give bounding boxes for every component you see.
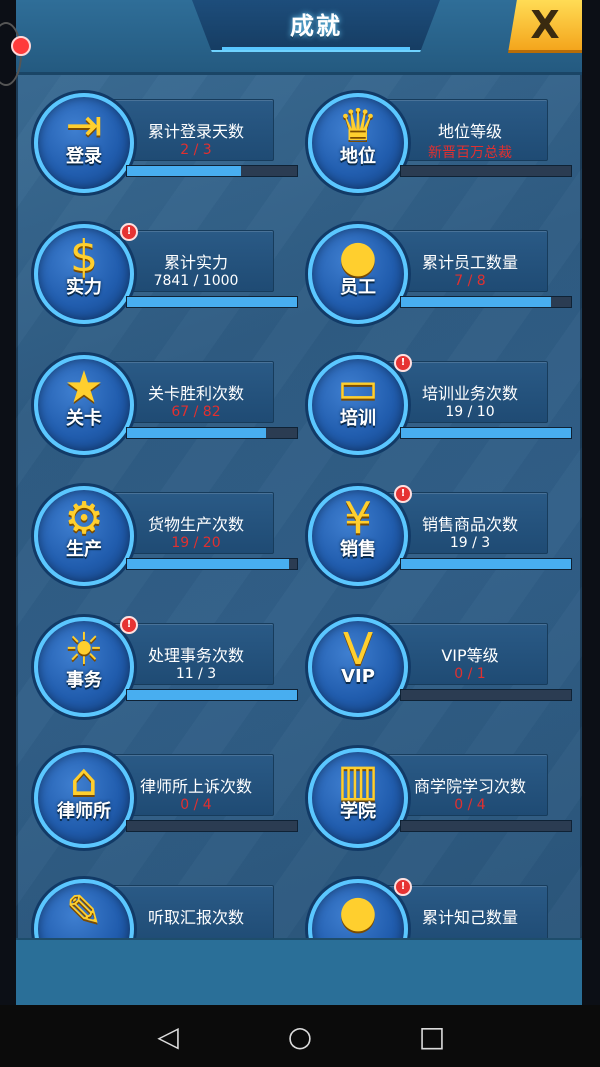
progress-fill xyxy=(127,166,241,176)
achievement-value: 11 / 3 xyxy=(175,666,217,682)
progress-fill xyxy=(127,428,267,438)
progress-bar xyxy=(400,427,572,439)
achievement-value: 67 / 82 xyxy=(171,404,221,420)
progress-bar xyxy=(126,296,298,308)
achievement-card-school[interactable]: ▥ 学院 商学院学习次数 0 / 4 xyxy=(290,727,572,848)
progress-fill xyxy=(401,297,551,307)
progress-bar xyxy=(400,165,572,177)
progress-bar xyxy=(126,689,298,701)
alert-icon: ! xyxy=(394,878,412,896)
progress-bar xyxy=(400,820,572,832)
achievement-name: VIP等级 xyxy=(441,646,499,665)
progress-bar xyxy=(126,427,298,439)
achievement-card-sales[interactable]: ¥ 销售 销售商品次数 19 / 3! xyxy=(290,465,572,586)
achievement-name: 处理事务次数 xyxy=(147,646,244,665)
achievement-value: 19 / 3 xyxy=(449,535,491,551)
achievement-card-lawyer[interactable]: ⌂ 律师所 律师所上诉次数 0 / 4 xyxy=(16,727,298,848)
achievement-name: 关卡胜利次数 xyxy=(147,384,244,403)
achievement-card-affairs[interactable]: ☀ 事务 处理事务次数 11 / 3! xyxy=(16,596,298,717)
achievement-name: 货物生产次数 xyxy=(147,515,244,534)
achievement-value: 19 / 10 xyxy=(445,404,495,420)
achievement-value: 19 / 20 xyxy=(171,535,221,551)
badge-label: 律师所 xyxy=(57,801,111,822)
badge-label: 事务 xyxy=(66,670,102,691)
achievement-value: 7 / 8 xyxy=(454,273,486,289)
achievement-card-power[interactable]: $ 实力 累计实力 7841 / 1000! xyxy=(16,203,298,324)
achievement-name: 累计登录天数 xyxy=(147,122,244,141)
alert-icon: ! xyxy=(120,616,138,634)
achievement-name: 累计员工数量 xyxy=(421,253,518,272)
achievement-grid: ⇥ 登录 累计登录天数 2 / 3 ♛ 地位 地位等级 新晋百万总裁 $ 实力 累计实力 7841 /… xyxy=(16,72,582,938)
dialog-footer xyxy=(16,938,582,1005)
progress-bar xyxy=(400,296,572,308)
badge-label: 实力 xyxy=(66,277,102,298)
badge-label: 学院 xyxy=(340,801,376,822)
close-button[interactable]: X xyxy=(508,0,582,53)
achievement-value: 0 / 1 xyxy=(454,666,486,682)
achievement-name: 累计实力 xyxy=(163,253,228,272)
progress-fill xyxy=(127,297,297,307)
back-icon[interactable]: ◁ xyxy=(150,1019,186,1055)
achievement-card-report[interactable]: ✎ 听取汇报次数 xyxy=(16,858,278,938)
dialog-title: 成就 xyxy=(290,12,342,40)
alert-icon: ! xyxy=(120,223,138,241)
android-navbar: ◁ ○ □ xyxy=(0,1005,600,1067)
progress-fill xyxy=(127,690,297,700)
achievement-card-level[interactable]: ★ 关卡 关卡胜利次数 67 / 82 xyxy=(16,334,298,455)
alert-icon: ! xyxy=(394,354,412,372)
achievement-card-status[interactable]: ♛ 地位 地位等级 新晋百万总裁 xyxy=(290,72,572,193)
badge-label: 关卡 xyxy=(66,408,102,429)
achievement-card-staff[interactable]: ● 员工 累计员工数量 7 / 8 xyxy=(290,203,572,324)
progress-fill xyxy=(127,559,289,569)
achievement-card-vip[interactable]: V VIP VIP等级 0 / 1 xyxy=(290,596,572,717)
progress-fill xyxy=(401,428,571,438)
achievement-name: 培训业务次数 xyxy=(421,384,518,403)
progress-bar xyxy=(126,558,298,570)
alert-icon: ! xyxy=(394,485,412,503)
badge-label: 地位 xyxy=(340,146,376,167)
achievement-name: 销售商品次数 xyxy=(421,515,518,534)
achievement-name: 地位等级 xyxy=(437,122,502,141)
achievement-name: 律师所上诉次数 xyxy=(139,777,252,796)
badge-label: 生产 xyxy=(66,539,102,560)
achievement-value: 0 / 4 xyxy=(454,797,486,813)
close-icon: X xyxy=(530,3,560,47)
friend-glyph-icon: ● xyxy=(338,886,378,937)
progress-fill xyxy=(401,559,571,569)
report-glyph-icon: ✎ xyxy=(65,886,103,937)
achievement-card-produce[interactable]: ⚙ 生产 货物生产次数 19 / 20 xyxy=(16,465,298,586)
badge-label: 登录 xyxy=(66,146,102,167)
progress-bar xyxy=(400,689,572,701)
progress-bar xyxy=(126,820,298,832)
achievement-value: 0 / 4 xyxy=(180,797,212,813)
achievement-name: 商学院学习次数 xyxy=(413,777,526,796)
badge-label: 销售 xyxy=(340,539,376,560)
progress-bar xyxy=(126,165,298,177)
achievement-value: 2 / 3 xyxy=(180,142,212,158)
badge-label: VIP xyxy=(341,666,375,687)
home-icon[interactable]: ○ xyxy=(282,1019,318,1055)
badge-label: 培训 xyxy=(340,408,376,429)
achievement-name: 累计知己数量 xyxy=(421,908,518,927)
achievement-card-login[interactable]: ⇥ 登录 累计登录天数 2 / 3 xyxy=(16,72,298,193)
notification-dot-icon xyxy=(11,36,31,56)
achievement-value: 7841 / 1000 xyxy=(153,273,239,289)
achievement-card-train[interactable]: ▭ 培训 培训业务次数 19 / 10! xyxy=(290,334,572,455)
achievement-name: 听取汇报次数 xyxy=(147,908,244,927)
achievement-value: 新晋百万总裁 xyxy=(428,145,512,161)
progress-bar xyxy=(400,558,572,570)
badge-label: 员工 xyxy=(340,277,376,298)
achievement-card-friend[interactable]: ● 累计知己数量! xyxy=(290,858,552,938)
recent-apps-icon[interactable]: □ xyxy=(414,1019,450,1055)
